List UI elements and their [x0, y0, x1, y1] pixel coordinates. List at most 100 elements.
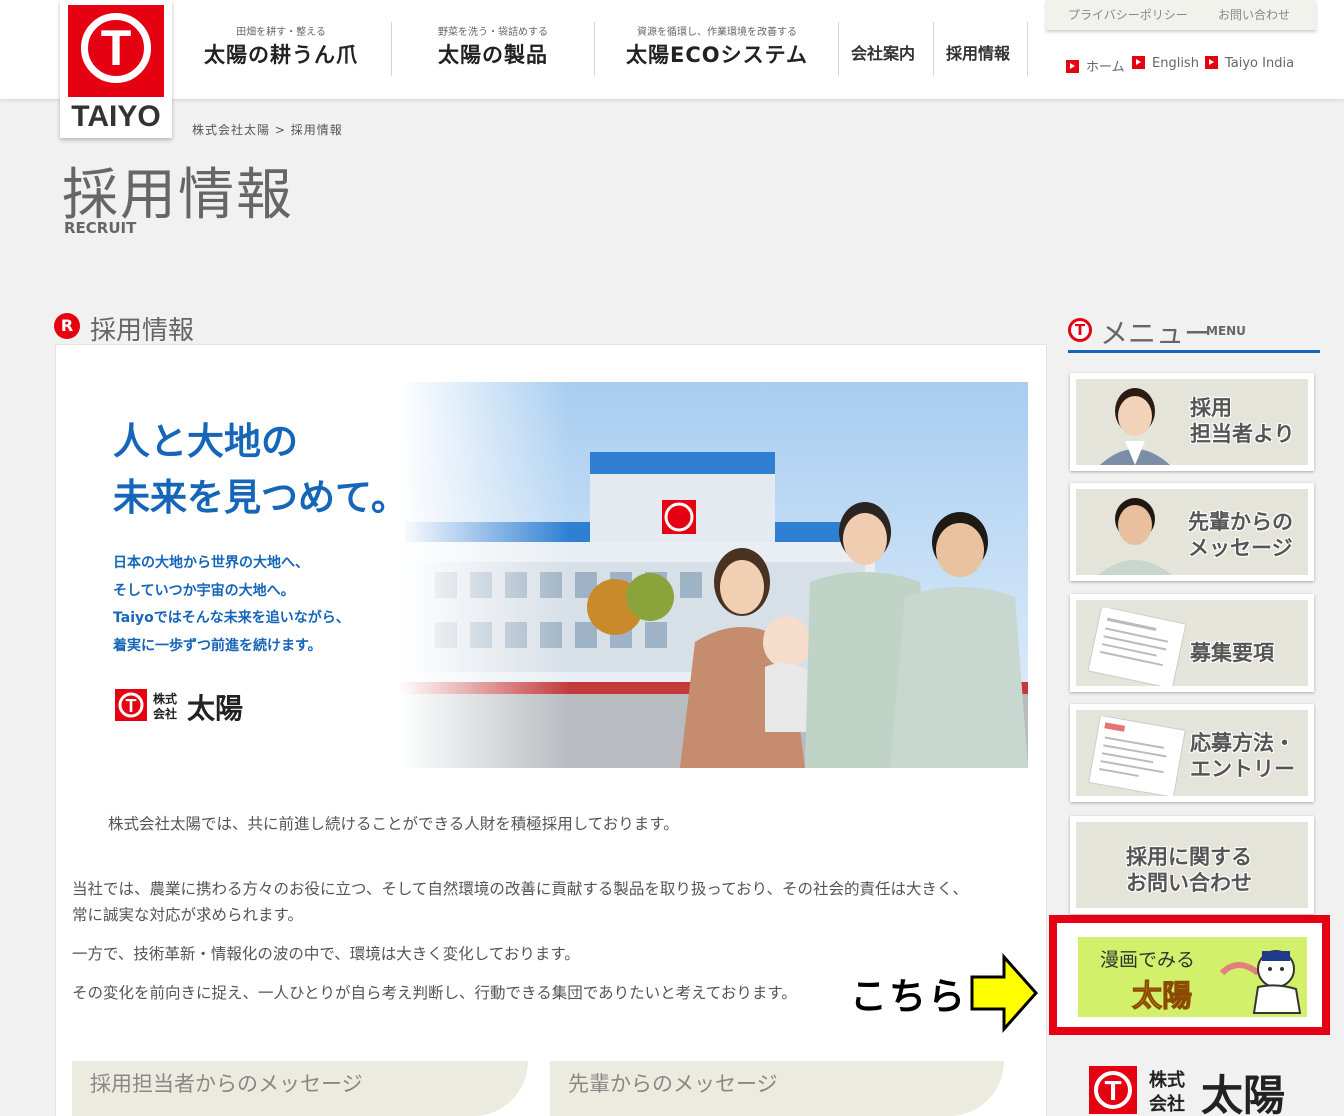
nav-label: 太陽ECOシステム	[626, 43, 808, 67]
logo-text: TAIYO	[71, 100, 161, 133]
paragraph-1-line-2: 常に誠実な対応が求められます。	[72, 906, 303, 924]
english-link-label: English	[1152, 56, 1199, 71]
menu-label: 採用に関する お問い合わせ	[1126, 844, 1252, 896]
nav-divider	[594, 22, 595, 76]
nav-subtitle: 資源を循環し、作業環境を改善する	[637, 27, 797, 38]
yellow-arrow-icon	[970, 953, 1039, 1033]
menu-item-bg: 採用 担当者より	[1076, 379, 1308, 465]
svg-text:T: T	[126, 696, 137, 716]
menu-recruit-inquiry[interactable]: 採用に関する お問い合わせ	[1070, 816, 1314, 914]
menu-label-line: エントリー	[1190, 757, 1295, 781]
manga-label-line1: 漫画でみる	[1100, 949, 1196, 971]
nav-divider	[391, 22, 392, 76]
menu-label: 募集要項	[1190, 641, 1274, 665]
logo-mark: T	[68, 5, 164, 97]
taiyo-t-icon: T	[1068, 318, 1092, 342]
home-link[interactable]: ホーム	[1066, 56, 1125, 75]
taiyo-india-link[interactable]: Taiyo India	[1205, 56, 1294, 71]
senior-message-tab[interactable]: 先輩からのメッセージ	[550, 1061, 1004, 1116]
paragraph-3: その変化を前向きに捉え、一人ひとりが自ら考え判断し、行動できる集団でありたいと考…	[72, 984, 797, 1002]
corp-small-1: 株式	[1149, 1069, 1185, 1091]
page-title-en: RECRUIT	[64, 219, 137, 237]
hero-brand-logo: T 株式 会社 太陽	[115, 687, 255, 727]
logo-letter: T	[100, 20, 132, 76]
hero-title-line1: 人と大地の	[113, 420, 298, 463]
nav-label: 太陽の耕うん爪	[204, 43, 358, 67]
english-link[interactable]: English	[1132, 56, 1199, 71]
corp-name: 太陽	[1201, 1071, 1285, 1116]
menu-how-to-apply[interactable]: 応募方法・ エントリー	[1070, 704, 1314, 802]
brand-name: 太陽	[187, 692, 243, 723]
mascot-character-icon	[1219, 950, 1302, 1014]
hero-copy: 人と大地の 未来を見つめて。 日本の大地から世界の大地へ、 そしていつか宇宙の大…	[113, 414, 408, 660]
nav-recruit[interactable]: 採用情報	[946, 40, 1010, 64]
breadcrumb-separator: >	[270, 123, 291, 137]
svg-text:T: T	[1104, 1075, 1121, 1106]
menu-label: 応募方法・ エントリー	[1190, 730, 1295, 782]
menu-label-line: メッセージ	[1188, 536, 1293, 560]
menu-recruiter-message[interactable]: 採用 担当者より	[1070, 373, 1314, 471]
nav-products[interactable]: 野菜を洗う・袋詰めする 太陽の製品	[404, 22, 582, 78]
contact-link[interactable]: お問い合わせ	[1218, 6, 1290, 23]
recruiter-photo	[1100, 388, 1170, 465]
red-arrow-icon	[1132, 56, 1145, 69]
menu-title: メニュー	[1100, 317, 1213, 350]
menu-label-line: 応募方法・	[1190, 731, 1295, 755]
menu-item-bg: 応募方法・ エントリー	[1076, 710, 1308, 796]
menu-title-en: MENU	[1206, 324, 1246, 338]
section-title: 採用情報	[90, 316, 195, 346]
nav-divider	[838, 22, 839, 76]
senior-photo	[1098, 498, 1172, 575]
menu-job-requirements[interactable]: 募集要項	[1070, 594, 1314, 692]
hero-body-line: 着実に一歩ずつ前進を続けます。	[113, 637, 322, 654]
nav-subtitle: 野菜を洗う・袋詰めする	[438, 27, 548, 38]
hero-body-line: Taiyoではそんな未来を追いながら、	[113, 610, 350, 626]
menu-label: 採用 担当者より	[1190, 395, 1295, 447]
menu-label: 先輩からの メッセージ	[1188, 509, 1293, 561]
hero-body-line: 日本の大地から世界の大地へ、	[113, 555, 309, 571]
entry-form-icon	[1088, 716, 1186, 796]
hero-title-line2: 未来を見つめて。	[113, 476, 408, 519]
menu-label-line: 採用に関する	[1126, 845, 1252, 869]
corp-small-2: 会社	[1149, 1093, 1185, 1115]
document-icon	[1087, 608, 1187, 686]
recruiter-message-tab[interactable]: 採用担当者からのメッセージ	[72, 1061, 528, 1116]
site-header: T TAIYO 田畑を耕す・整える 太陽の耕うん爪 野菜を洗う・袋詰めする 太陽…	[0, 0, 1344, 138]
brand-small-1: 株式	[153, 691, 177, 706]
menu-label-line: 担当者より	[1190, 422, 1295, 446]
paragraph-2: 一方で、技術革新・情報化の波の中で、環境は大きく変化しております。	[72, 945, 580, 963]
recruit-r-icon: R	[54, 313, 80, 339]
menu-item-bg: 採用に関する お問い合わせ	[1076, 822, 1308, 908]
menu-senior-message[interactable]: 先輩からの メッセージ	[1070, 483, 1314, 581]
taiyo-t-icon: T 株式 会社 太陽	[1089, 1066, 1285, 1116]
nav-divider	[933, 22, 934, 76]
taiyo-india-link-label: Taiyo India	[1225, 56, 1295, 71]
red-arrow-icon	[1066, 60, 1079, 73]
manga-label-line2: 太陽	[1132, 979, 1193, 1015]
menu-label-line: 採用	[1190, 396, 1232, 420]
nav-company[interactable]: 会社案内	[851, 40, 915, 64]
home-link-label: ホーム	[1086, 60, 1125, 75]
nav-subtitle: 田畑を耕す・整える	[236, 27, 326, 38]
company-logo: T 株式 会社 太陽	[1089, 1064, 1293, 1116]
nav-tillage-claws[interactable]: 田畑を耕す・整える 太陽の耕うん爪	[190, 22, 372, 78]
nav-label: 太陽の製品	[438, 43, 548, 67]
lead-text: 株式会社太陽では、共に前進し続けることができる人財を積極採用しております。	[108, 815, 679, 833]
nav-eco-system[interactable]: 資源を循環し、作業環境を改善する 太陽ECOシステム	[606, 22, 828, 78]
breadcrumb: 株式会社太陽 > 採用情報	[192, 121, 343, 138]
utility-nav: プライバシーポリシー お問い合わせ	[1046, 0, 1316, 30]
hero-banner: 人と大地の 未来を見つめて。 日本の大地から世界の大地へ、 そしていつか宇宙の大…	[75, 382, 1028, 768]
brand-small-2: 会社	[153, 706, 177, 721]
taiyo-t-icon: T 株式 会社 太陽	[115, 689, 243, 725]
menu-heading: T メニュー MENU	[1068, 312, 1320, 353]
hero-body: 日本の大地から世界の大地へ、 そしていつか宇宙の大地へ。 Taiyoではそんな未…	[113, 550, 408, 660]
manga-taiyo-button[interactable]: 漫画でみる 太陽	[1078, 937, 1307, 1017]
hero-body-line: そしていつか宇宙の大地へ。	[113, 582, 295, 599]
privacy-policy-link[interactable]: プライバシーポリシー	[1068, 6, 1188, 23]
breadcrumb-current: 採用情報	[290, 123, 343, 137]
menu-label-line: 先輩からの	[1188, 510, 1293, 534]
menu-label-line: お問い合わせ	[1126, 871, 1252, 895]
breadcrumb-home[interactable]: 株式会社太陽	[192, 123, 270, 137]
taiyo-logo[interactable]: T TAIYO	[60, 0, 172, 138]
red-arrow-icon	[1205, 56, 1218, 69]
